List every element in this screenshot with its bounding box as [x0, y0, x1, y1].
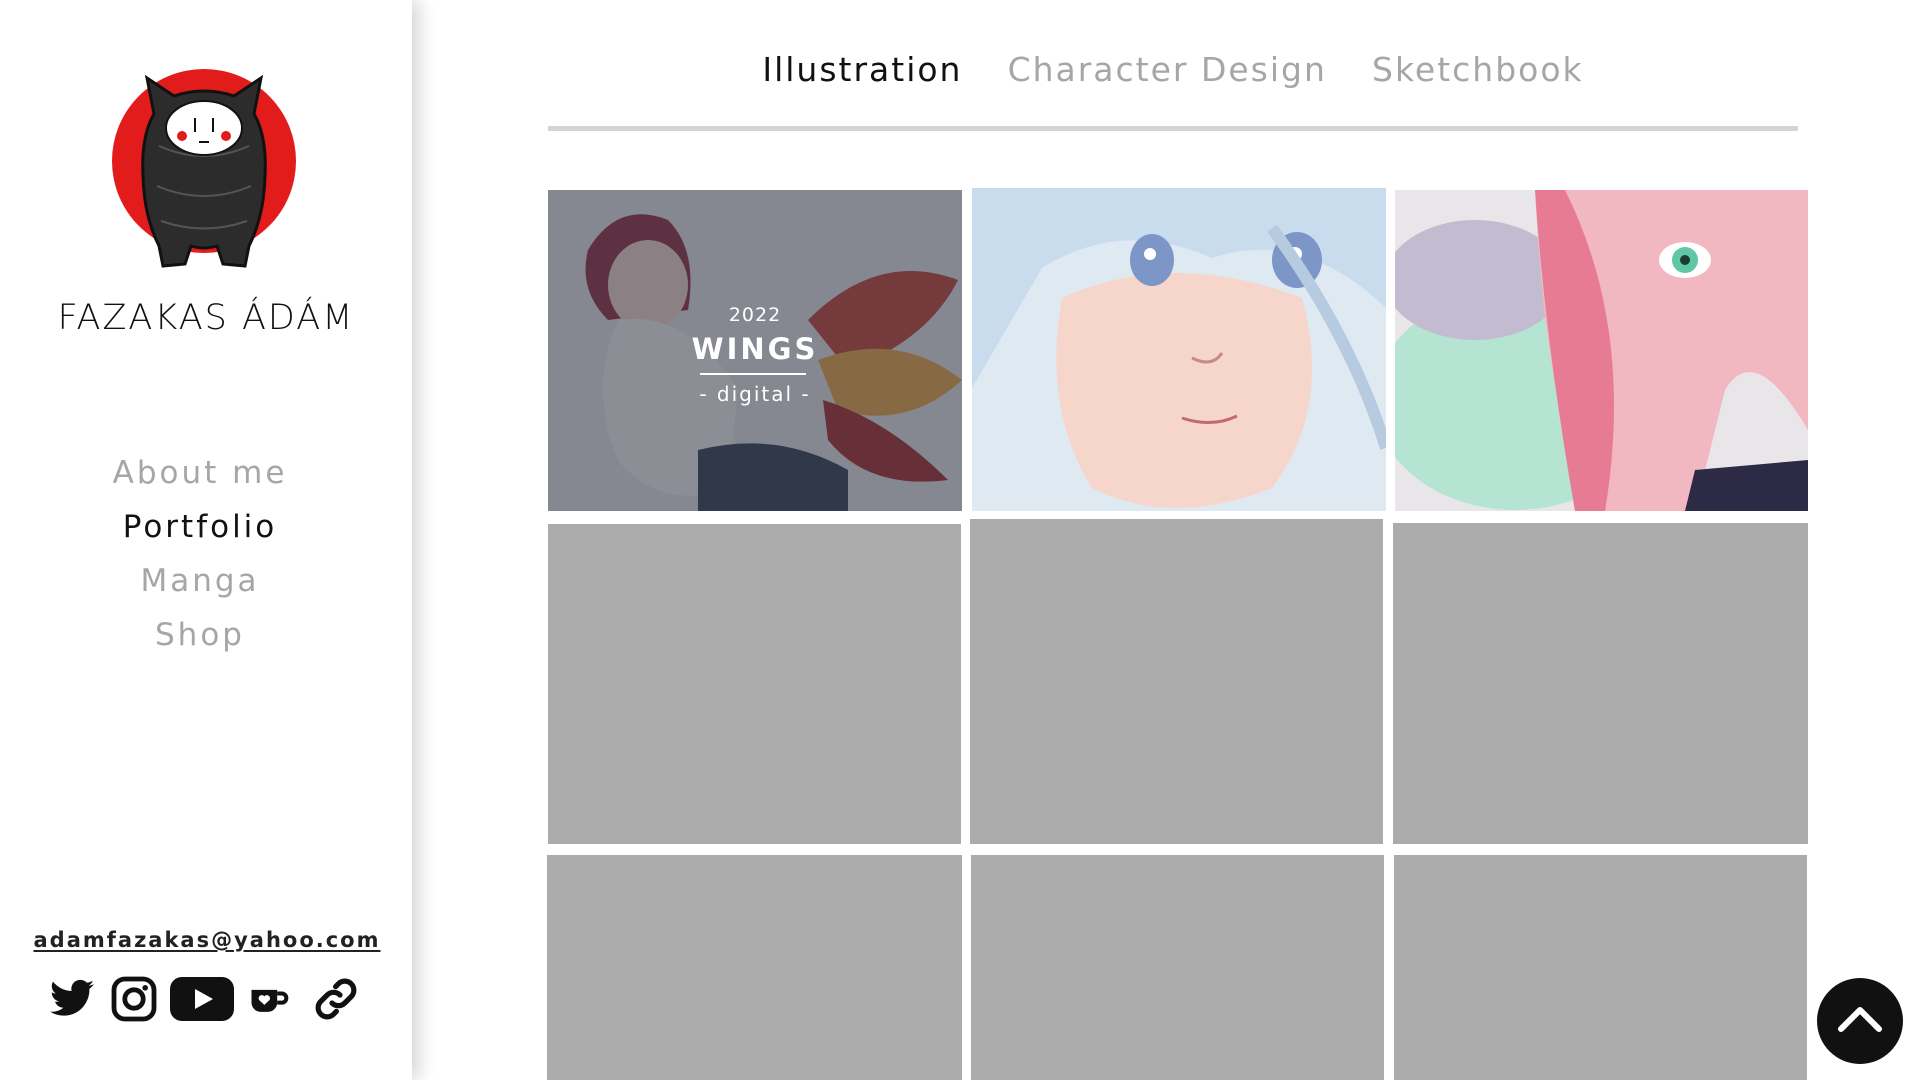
sidebar: FAZAKAS ÁDÁM About me Portfolio Manga Sh… [0, 0, 412, 1080]
email-link[interactable]: adamfazakas@yahoo.com [0, 928, 414, 952]
instagram-icon[interactable] [110, 975, 158, 1027]
logo[interactable] [99, 56, 309, 276]
youtube-icon[interactable] [170, 975, 234, 1027]
gallery-tile-6[interactable] [1393, 523, 1808, 844]
portfolio-tabs: Illustration Character Design Sketchbook [548, 50, 1798, 110]
pink-hair-artwork [1395, 190, 1808, 511]
tabs-divider [548, 126, 1798, 131]
artwork-year: 2022 [728, 304, 782, 326]
artwork-medium: - digital - [699, 382, 811, 406]
nav-item-manga[interactable]: Manga [0, 554, 400, 608]
nav-item-portfolio[interactable]: Portfolio [0, 500, 400, 554]
gallery-tile-9[interactable] [1394, 855, 1807, 1080]
nav-item-shop[interactable]: Shop [0, 608, 400, 662]
gallery-tile-8[interactable] [971, 855, 1384, 1080]
tile-hover-overlay: 2022 WINGS - digital - [548, 190, 962, 511]
gallery-tile-5[interactable] [970, 519, 1383, 844]
gallery-tile-7[interactable] [547, 855, 962, 1080]
nav-item-about-me[interactable]: About me [0, 446, 400, 500]
blue-eyed-girl-artwork [972, 188, 1386, 511]
gallery-tile-4[interactable] [548, 524, 961, 844]
site-name[interactable]: FAZAKAS ÁDÁM [0, 298, 412, 338]
tab-sketchbook[interactable]: Sketchbook [1372, 50, 1584, 89]
tab-character-design[interactable]: Character Design [1008, 50, 1327, 89]
artwork-title: WINGS [691, 332, 819, 366]
back-to-top-button[interactable] [1817, 978, 1903, 1064]
gallery-tile-2[interactable] [972, 188, 1386, 511]
title-underline [700, 373, 806, 375]
gallery-tile-wings[interactable]: 2022 WINGS - digital - [548, 190, 962, 511]
link-icon[interactable] [308, 975, 364, 1027]
gallery-tile-3[interactable] [1395, 190, 1808, 511]
main-nav: About me Portfolio Manga Shop [0, 446, 400, 662]
chevron-up-icon [1838, 1007, 1882, 1032]
kofi-icon[interactable] [246, 975, 290, 1027]
twitter-icon[interactable] [46, 975, 98, 1027]
tab-illustration[interactable]: Illustration [762, 50, 962, 89]
